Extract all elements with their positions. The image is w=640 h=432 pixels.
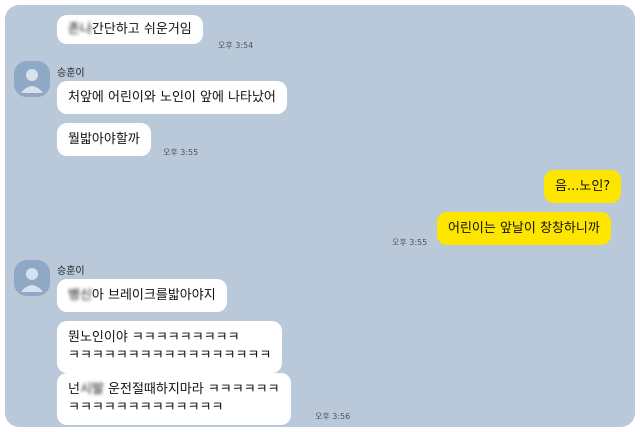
sender-name: 승훈이	[57, 68, 85, 79]
message-bubble[interactable]: 처앞에 어린이와 노인이 앞에 나타났어	[57, 81, 287, 114]
sender-name: 승훈이	[57, 266, 85, 277]
my-message-bubble[interactable]: 어린이는 앞날이 창창하니까	[437, 212, 611, 245]
message-time: 오후 3:54	[218, 41, 254, 50]
my-message-bubble[interactable]: 음...노인?	[544, 170, 622, 203]
profile-avatar-icon[interactable]	[14, 260, 50, 296]
censored-text: 병신	[68, 288, 92, 303]
message-bubble[interactable]: 넌시발 운전절때하지마라 ㅋㅋㅋㅋㅋㅋ ㅋㅋㅋㅋㅋㅋㅋㅋㅋㅋㅋㅋㅋ	[57, 373, 291, 425]
message-text-line: 뭔노인이야 ㅋㅋㅋㅋㅋㅋㅋㅋㅋ	[68, 330, 240, 345]
chat-room: 존나간단하고 쉬운거임 오후 3:54 승훈이 처앞에 어린이와 노인이 앞에 …	[5, 5, 635, 427]
censored-text: 존나	[68, 22, 92, 37]
message-bubble[interactable]: 병신아 브레이크를밟아야지	[57, 279, 227, 312]
message-text: 음...노인?	[555, 179, 611, 194]
message-text-line: ㅋㅋㅋㅋㅋㅋㅋㅋㅋㅋㅋㅋㅋㅋㅋㅋㅋ	[68, 348, 272, 363]
message-time: 오후 3:55	[392, 238, 428, 247]
profile-avatar-icon[interactable]	[14, 61, 50, 97]
message-text: 뭘밟아야할까	[68, 132, 140, 147]
censored-text: 시발	[79, 382, 104, 397]
message-time: 오후 3:56	[315, 412, 351, 421]
message-bubble[interactable]: 뭘밟아야할까	[57, 123, 151, 156]
message-bubble[interactable]: 뭔노인이야 ㅋㅋㅋㅋㅋㅋㅋㅋㅋ ㅋㅋㅋㅋㅋㅋㅋㅋㅋㅋㅋㅋㅋㅋㅋㅋㅋ	[57, 321, 283, 373]
message-text-line: 넌시발 운전절때하지마라 ㅋㅋㅋㅋㅋㅋ	[68, 382, 280, 397]
message-text: 간단하고 쉬운거임	[91, 22, 192, 37]
message-text: 처앞에 어린이와 노인이 앞에 나타났어	[68, 90, 276, 105]
message-bubble[interactable]: 존나간단하고 쉬운거임	[57, 15, 203, 44]
message-text: 어린이는 앞날이 창창하니까	[448, 221, 600, 236]
message-text-line: ㅋㅋㅋㅋㅋㅋㅋㅋㅋㅋㅋㅋㅋ	[68, 400, 224, 415]
message-text: 아 브레이크를밟아야지	[91, 288, 216, 303]
message-time: 오후 3:55	[163, 148, 199, 157]
